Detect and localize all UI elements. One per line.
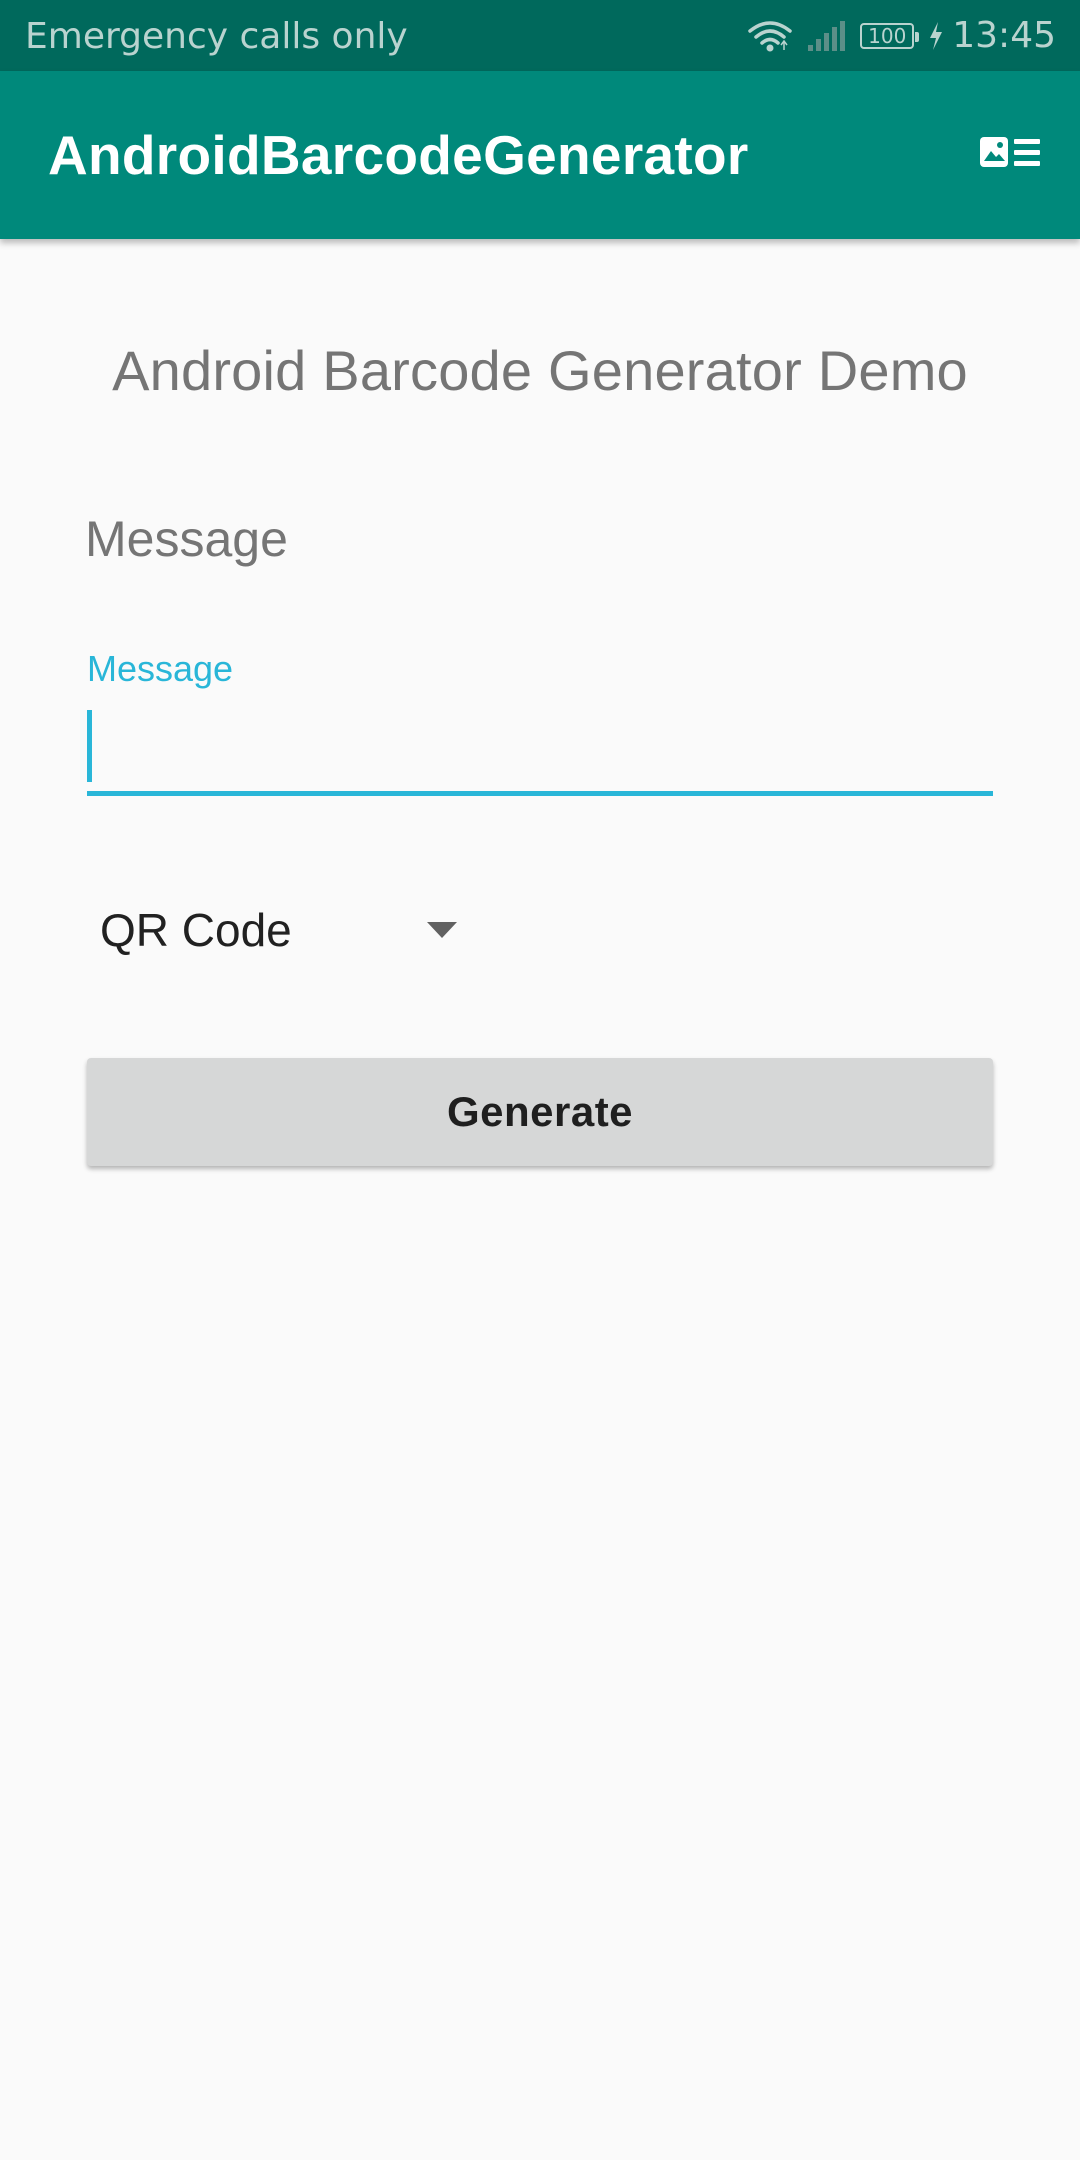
app-title: AndroidBarcodeGenerator: [48, 124, 749, 186]
dropdown-arrow-icon: [427, 922, 457, 938]
status-time: 13:45: [952, 15, 1056, 56]
app-bar: AndroidBarcodeGenerator: [0, 71, 1080, 239]
barcode-type-selected: QR Code: [100, 904, 292, 956]
barcode-type-spinner[interactable]: QR Code: [87, 880, 487, 980]
screen: Emergency calls only 100 13:45 AndroidBa…: [0, 0, 1080, 2160]
message-field: Message: [87, 648, 993, 798]
charging-icon: [928, 21, 944, 51]
message-field-underline: [87, 791, 993, 796]
message-section-label: Message: [85, 511, 288, 567]
message-floating-label: Message: [87, 648, 234, 689]
signal-icon: [806, 19, 846, 53]
message-input[interactable]: [87, 710, 993, 790]
battery-icon: 100: [860, 22, 920, 49]
wifi-icon: [748, 19, 792, 53]
status-bar: Emergency calls only 100 13:45: [0, 0, 1080, 71]
page-title: Android Barcode Generator Demo: [112, 339, 968, 402]
image-list-icon[interactable]: [980, 133, 1040, 173]
status-icons: 100 13:45: [734, 0, 1056, 71]
text-cursor: [87, 710, 92, 782]
generate-button[interactable]: Generate: [87, 1058, 993, 1166]
carrier-text: Emergency calls only: [25, 16, 408, 57]
